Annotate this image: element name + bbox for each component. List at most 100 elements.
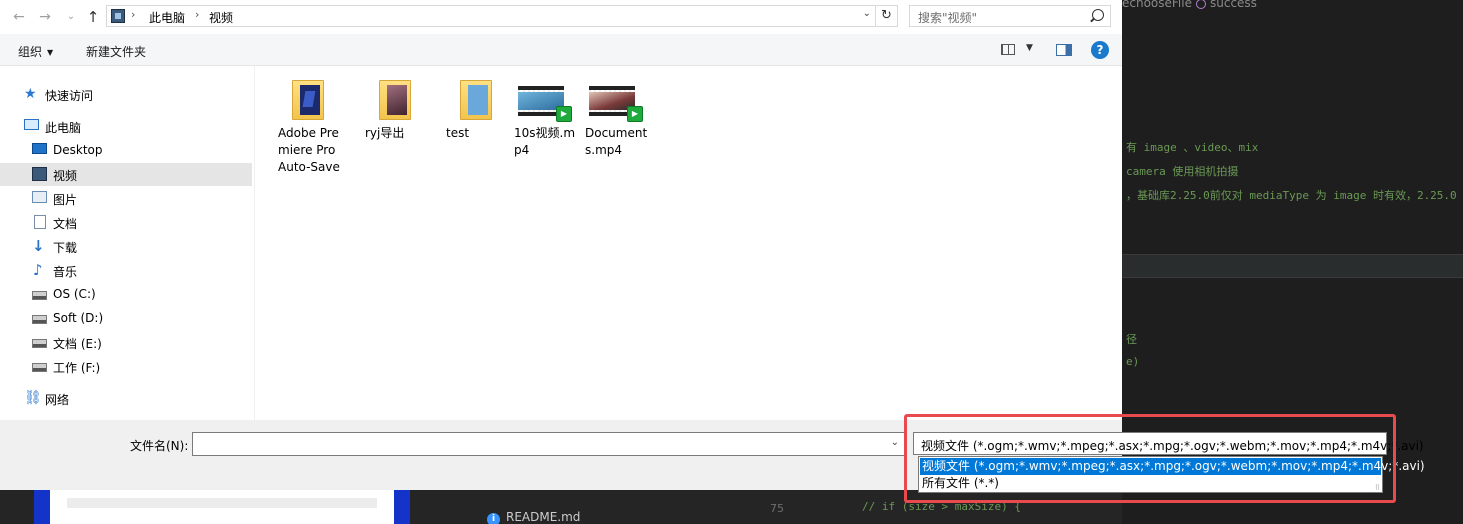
readme-label: README.md <box>506 510 581 524</box>
drive-icon <box>32 291 47 300</box>
search-icon <box>1092 9 1104 21</box>
file-list: Adobe Premiere Pro Auto-Save ryj导出 test … <box>256 66 1122 420</box>
sidebar-item-label: 工作 (F:) <box>53 361 101 375</box>
current-line-highlight <box>1122 254 1463 278</box>
line-number: 75 <box>770 502 784 515</box>
network-icon: ⛓ <box>24 390 42 406</box>
sidebar-item-drive-d[interactable]: Soft (D:) <box>0 307 252 330</box>
refresh-button[interactable]: ↻ <box>876 5 898 27</box>
file-item-folder[interactable]: Adobe Premiere Pro Auto-Save <box>276 78 346 176</box>
file-name: ryj导出 <box>365 126 405 140</box>
code-fragment: e) <box>1126 355 1140 368</box>
code-line: ，基础库2.25.0前仅对 mediaType 为 image 时有效，2.25… <box>1126 189 1457 202</box>
search-placeholder: 搜索"视频" <box>918 11 978 25</box>
sidebar-item-drive-f[interactable]: 工作 (F:) <box>0 355 252 378</box>
preview-pane-icon[interactable] <box>1056 44 1072 56</box>
sidebar-item-desktop[interactable]: Desktop <box>0 139 252 162</box>
sidebar-item-label: Soft (D:) <box>53 311 104 325</box>
sidebar-item-downloads[interactable]: ↓ 下载 <box>0 235 252 258</box>
sidebar-item-videos[interactable]: 视频 <box>0 163 252 186</box>
file-item-video[interactable]: ▶ Documents.mp4 <box>583 78 653 159</box>
back-arrow-icon[interactable]: ← <box>10 8 28 26</box>
background-card-bar <box>67 498 377 508</box>
caret-down-icon[interactable]: ▼ <box>1026 43 1033 53</box>
play-icon: ▶ <box>556 106 572 122</box>
star-icon: ★ <box>24 86 37 102</box>
sidebar-item-documents[interactable]: 文档 <box>0 211 252 234</box>
folder-icon <box>282 78 330 122</box>
breadcrumb-this-pc[interactable]: 此电脑 <box>149 9 185 26</box>
chevron-right-icon[interactable]: › <box>195 8 199 21</box>
sidebar-item-drive-e[interactable]: 文档 (E:) <box>0 331 252 354</box>
address-bar[interactable]: › 此电脑 › 视频 ⌄ <box>106 5 876 27</box>
sidebar-item-label: 网络 <box>45 393 70 407</box>
file-item-folder[interactable]: test <box>444 78 514 142</box>
recent-locations-chevron-icon[interactable]: ⌄ <box>62 8 80 26</box>
computer-icon <box>24 119 39 130</box>
video-folder-icon <box>32 167 47 181</box>
pictures-icon <box>32 191 47 203</box>
explorer-readme-item[interactable]: i README.md <box>487 510 580 524</box>
sidebar-item-label: 文档 (E:) <box>53 337 102 351</box>
method-icon <box>1195 0 1206 9</box>
sidebar-item-pictures[interactable]: 图片 <box>0 187 252 210</box>
file-name: Adobe Premiere Pro Auto-Save <box>278 126 340 174</box>
file-name: Documents.mp4 <box>585 126 648 157</box>
sidebar-item-label: OS (C:) <box>53 287 96 301</box>
sidebar-item-drive-c[interactable]: OS (C:) <box>0 283 252 306</box>
download-icon: ↓ <box>32 237 45 255</box>
desktop-icon <box>32 143 47 154</box>
command-bar: 组织 ▼ 新建文件夹 ▼ ? <box>0 34 1122 66</box>
sidebar-item-label: Desktop <box>53 143 103 157</box>
forward-arrow-icon[interactable]: → <box>36 8 54 26</box>
sidebar-item-label: 视频 <box>53 169 78 183</box>
sidebar-item-label: 快速访问 <box>45 89 94 103</box>
highlight-annotation-box <box>904 414 1396 503</box>
breadcrumb-symbol: success <box>1209 0 1257 10</box>
video-folder-icon <box>111 9 125 23</box>
filename-label: 文件名(N): <box>130 439 189 453</box>
sidebar-item-network[interactable]: ⛓ 网络 <box>0 387 252 410</box>
video-file-icon: ▶ <box>589 78 643 122</box>
sidebar-item-label: 下载 <box>53 241 78 255</box>
help-icon[interactable]: ? <box>1091 41 1109 59</box>
chevron-down-icon[interactable]: ⌄ <box>863 8 871 19</box>
search-input[interactable]: 搜索"视频" <box>909 5 1111 27</box>
breadcrumb-file: echooseFile <box>1122 0 1192 10</box>
sidebar-item-label: 文档 <box>53 217 78 231</box>
file-item-folder[interactable]: ryj导出 <box>363 78 433 142</box>
breadcrumb-videos[interactable]: 视频 <box>209 9 233 26</box>
organize-label: 组织 <box>18 45 43 59</box>
new-folder-button[interactable]: 新建文件夹 <box>86 43 146 60</box>
code-line: 有 image 、video、mix <box>1126 141 1259 154</box>
caret-down-icon: ▼ <box>47 48 54 57</box>
documents-icon <box>34 215 46 229</box>
code-line: camera 使用相机拍摄 <box>1126 165 1239 178</box>
file-name: test <box>446 126 470 140</box>
folder-icon <box>369 78 417 122</box>
folder-icon <box>450 78 498 122</box>
info-icon: i <box>487 513 500 524</box>
navigation-pane: ★ 快速访问 此电脑 Desktop 视频 图片 文档 ↓ 下载 ♪ 音乐 OS… <box>0 66 255 420</box>
sidebar-item-label: 图片 <box>53 193 78 207</box>
drive-icon <box>32 363 47 372</box>
sidebar-item-quick-access[interactable]: ★ 快速访问 <box>0 83 252 106</box>
sidebar-item-music[interactable]: ♪ 音乐 <box>0 259 252 282</box>
chevron-down-icon[interactable]: ⌄ <box>891 437 899 448</box>
sidebar-item-this-pc[interactable]: 此电脑 <box>0 115 252 138</box>
view-options-icon[interactable] <box>1001 44 1015 55</box>
organize-button[interactable]: 组织 ▼ <box>18 43 53 60</box>
drive-icon <box>32 339 47 348</box>
music-icon: ♪ <box>33 261 43 279</box>
video-file-icon: ▶ <box>518 78 572 122</box>
address-row: ← → ⌄ ↑ › 此电脑 › 视频 ⌄ ↻ 搜索"视频" <box>0 0 1122 34</box>
filename-input[interactable]: ⌄ <box>192 432 906 456</box>
sidebar-item-label: 此电脑 <box>45 121 82 135</box>
play-icon: ▶ <box>627 106 643 122</box>
drive-icon <box>32 315 47 324</box>
up-arrow-icon[interactable]: ↑ <box>84 8 102 26</box>
editor-breadcrumb: echooseFile success <box>1122 0 1257 10</box>
code-fragment: 径 <box>1126 333 1137 346</box>
chevron-right-icon[interactable]: › <box>131 8 135 21</box>
file-item-video[interactable]: ▶ 10s视频.mp4 <box>512 78 582 159</box>
